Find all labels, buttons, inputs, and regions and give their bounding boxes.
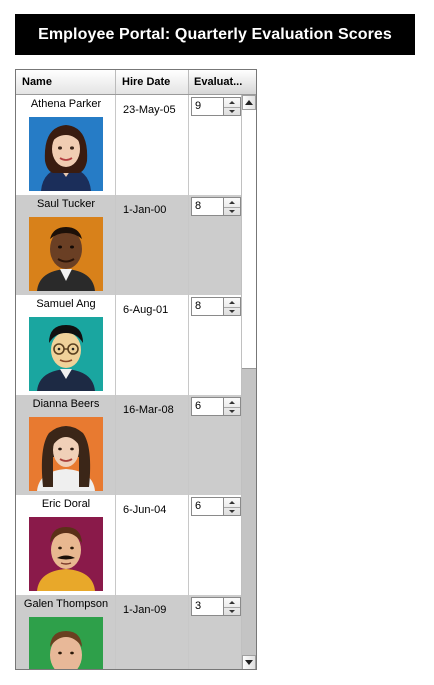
name-cell: Dianna Beers bbox=[16, 395, 116, 495]
stepper-buttons bbox=[224, 397, 241, 416]
stepper-buttons bbox=[224, 197, 241, 216]
hire-date-cell: 1-Jan-09 bbox=[116, 595, 189, 669]
page-title: Employee Portal: Quarterly Evaluation Sc… bbox=[15, 14, 415, 55]
woman-portrait-icon bbox=[29, 417, 103, 491]
man-mustache-portrait-icon bbox=[29, 517, 103, 591]
decrement-button[interactable] bbox=[224, 307, 240, 316]
arrow-down-icon bbox=[229, 210, 235, 213]
decrement-button[interactable] bbox=[224, 407, 240, 416]
hire-date: 1-Jan-09 bbox=[123, 604, 167, 616]
decrement-button[interactable] bbox=[224, 107, 240, 116]
arrow-up-icon bbox=[229, 301, 235, 304]
evaluation-cell: 8 bbox=[189, 195, 241, 295]
arrow-down-icon bbox=[245, 660, 253, 665]
stepper-buttons bbox=[224, 497, 241, 516]
hire-date-cell: 23-May-05 bbox=[116, 95, 189, 195]
scroll-up-button[interactable] bbox=[242, 95, 256, 110]
score-stepper[interactable]: 3 bbox=[191, 597, 241, 616]
grid-rows: Athena Parker 23-May-05 9 Saul Tucker 1-… bbox=[16, 95, 241, 669]
scroll-down-button[interactable] bbox=[242, 655, 256, 669]
score-input[interactable]: 8 bbox=[191, 297, 224, 316]
column-header-hire-date[interactable]: Hire Date bbox=[116, 70, 189, 94]
name-cell: Athena Parker bbox=[16, 95, 116, 195]
evaluation-cell: 9 bbox=[189, 95, 241, 195]
woman-portrait-icon bbox=[29, 117, 103, 191]
score-stepper[interactable]: 6 bbox=[191, 397, 241, 416]
arrow-down-icon bbox=[229, 410, 235, 413]
employee-name: Galen Thompson bbox=[23, 598, 109, 610]
table-row[interactable]: Dianna Beers 16-Mar-08 6 bbox=[16, 395, 241, 495]
name-cell: Samuel Ang bbox=[16, 295, 116, 395]
evaluation-cell: 8 bbox=[189, 295, 241, 395]
arrow-down-icon bbox=[229, 510, 235, 513]
grid-header: Name Hire Date Evaluat... bbox=[16, 70, 256, 95]
score-input[interactable]: 6 bbox=[191, 497, 224, 516]
hire-date-cell: 6-Jun-04 bbox=[116, 495, 189, 595]
column-header-name[interactable]: Name bbox=[16, 70, 116, 94]
hire-date: 6-Aug-01 bbox=[123, 304, 169, 316]
employee-name: Samuel Ang bbox=[36, 298, 96, 310]
hire-date: 1-Jan-00 bbox=[123, 204, 167, 216]
table-row[interactable]: Athena Parker 23-May-05 9 bbox=[16, 95, 241, 195]
evaluation-cell: 6 bbox=[189, 495, 241, 595]
evaluation-cell: 6 bbox=[189, 395, 241, 495]
score-input[interactable]: 8 bbox=[191, 197, 224, 216]
arrow-down-icon bbox=[229, 610, 235, 613]
score-input[interactable]: 3 bbox=[191, 597, 224, 616]
hire-date-cell: 6-Aug-01 bbox=[116, 295, 189, 395]
score-stepper[interactable]: 6 bbox=[191, 497, 241, 516]
hire-date: 23-May-05 bbox=[123, 104, 176, 116]
stepper-buttons bbox=[224, 597, 241, 616]
arrow-up-icon bbox=[229, 601, 235, 604]
employee-name: Eric Doral bbox=[41, 498, 91, 510]
hire-date: 16-Mar-08 bbox=[123, 404, 174, 416]
score-input[interactable]: 6 bbox=[191, 397, 224, 416]
score-stepper[interactable]: 8 bbox=[191, 297, 241, 316]
employee-name: Dianna Beers bbox=[32, 398, 100, 410]
employee-name: Athena Parker bbox=[30, 98, 102, 110]
hire-date-cell: 1-Jan-00 bbox=[116, 195, 189, 295]
table-row[interactable]: Eric Doral 6-Jun-04 6 bbox=[16, 495, 241, 595]
score-stepper[interactable]: 8 bbox=[191, 197, 241, 216]
stepper-buttons bbox=[224, 297, 241, 316]
hire-date-cell: 16-Mar-08 bbox=[116, 395, 189, 495]
decrement-button[interactable] bbox=[224, 207, 240, 216]
decrement-button[interactable] bbox=[224, 607, 240, 616]
hire-date: 6-Jun-04 bbox=[123, 504, 167, 516]
table-row[interactable]: Samuel Ang 6-Aug-01 8 bbox=[16, 295, 241, 395]
table-row[interactable]: Saul Tucker 1-Jan-00 8 bbox=[16, 195, 241, 295]
table-row[interactable]: Galen Thompson 1-Jan-09 3 bbox=[16, 595, 241, 669]
man-portrait-icon bbox=[29, 617, 103, 669]
scroll-thumb[interactable] bbox=[242, 368, 256, 655]
arrow-up-icon bbox=[229, 201, 235, 204]
scroll-track[interactable] bbox=[242, 110, 256, 368]
employee-name: Saul Tucker bbox=[36, 198, 96, 210]
name-cell: Galen Thompson bbox=[16, 595, 116, 669]
decrement-button[interactable] bbox=[224, 507, 240, 516]
score-stepper[interactable]: 9 bbox=[191, 97, 241, 116]
stepper-buttons bbox=[224, 97, 241, 116]
arrow-up-icon bbox=[245, 100, 253, 105]
employee-grid: Name Hire Date Evaluat... Athena Parker bbox=[15, 69, 257, 670]
man-glasses-portrait-icon bbox=[29, 317, 103, 391]
vertical-scrollbar[interactable] bbox=[241, 95, 256, 669]
arrow-down-icon bbox=[229, 310, 235, 313]
arrow-up-icon bbox=[229, 501, 235, 504]
evaluation-cell: 3 bbox=[189, 595, 241, 669]
score-input[interactable]: 9 bbox=[191, 97, 224, 116]
name-cell: Saul Tucker bbox=[16, 195, 116, 295]
arrow-down-icon bbox=[229, 110, 235, 113]
column-header-evaluation[interactable]: Evaluat... bbox=[189, 70, 256, 94]
arrow-up-icon bbox=[229, 401, 235, 404]
arrow-up-icon bbox=[229, 101, 235, 104]
name-cell: Eric Doral bbox=[16, 495, 116, 595]
man-portrait-icon bbox=[29, 217, 103, 291]
